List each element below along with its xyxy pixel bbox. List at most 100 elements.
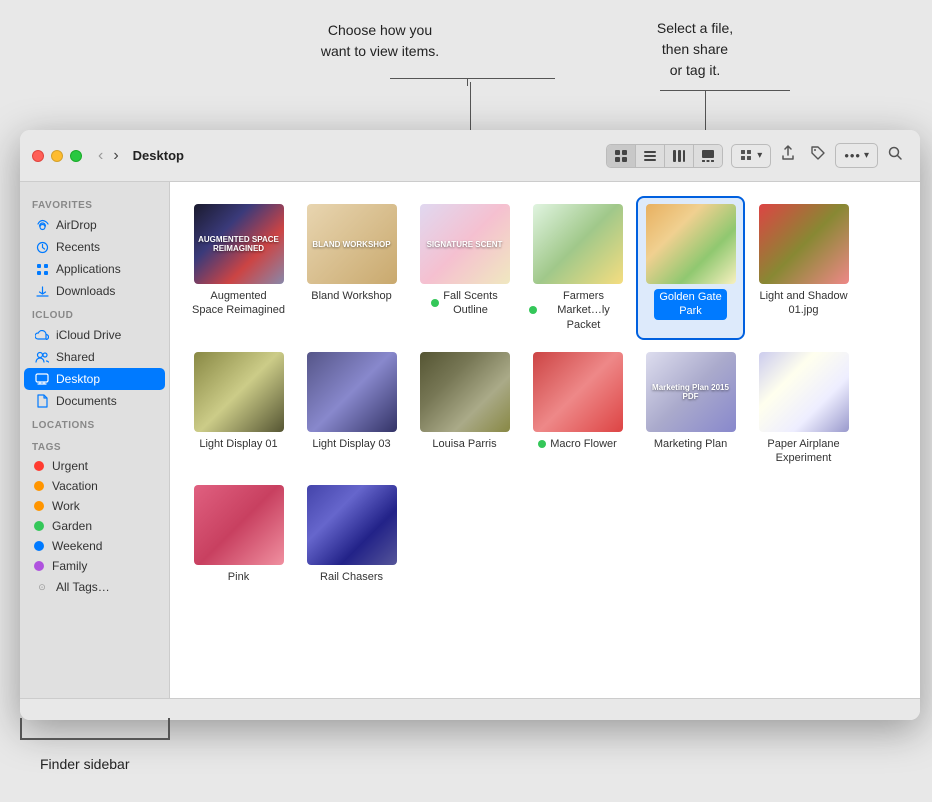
file-item-farmers[interactable]: Farmers Market…ly Packet [525,198,630,338]
tag-icon [810,145,826,161]
sidebar-bracket [20,718,170,740]
sidebar-item-all-tags[interactable]: ⊙ All Tags… [24,576,165,598]
sidebar-callout: Finder sidebar [40,756,130,772]
gallery-view-button[interactable] [694,145,722,167]
sidebar-item-work[interactable]: Work [24,496,165,516]
share-button[interactable] [775,142,801,169]
file-label-row-paper: Paper Airplane Experiment [767,437,839,466]
sidebar-item-vacation[interactable]: Vacation [24,476,165,496]
sidebar-tag-label: Work [52,499,80,513]
file-item-fall[interactable]: SIGNATURE SCENTFall Scents Outline [412,198,517,338]
file-thumbnail-light01 [194,352,284,432]
file-thumbnail-rail [307,485,397,565]
sidebar-item-label: Downloads [56,284,115,298]
tags-section-label: Tags [20,434,169,456]
file-item-bland[interactable]: BLAND WORKSHOPBland Workshop [299,198,404,338]
group-chevron: ▾ [757,150,762,161]
sidebar-item-label: Recents [56,240,100,254]
tag-button[interactable] [805,142,831,169]
file-grid: AUGMENTED SPACE REIMAGINED Augmented Spac… [170,182,920,698]
share-icon [780,145,796,161]
sidebar-tag-label: Weekend [52,539,102,553]
file-item-pink[interactable]: Pink [186,479,291,590]
close-button[interactable] [32,150,44,162]
icon-view-button[interactable] [607,145,636,167]
column-view-icon [672,149,686,163]
file-label-light03: Light Display 03 [312,437,390,451]
search-button[interactable] [882,142,908,169]
urgent-dot [34,461,44,471]
list-view-button[interactable] [636,145,665,167]
file-label-row-light03: Light Display 03 [312,437,390,451]
file-item-macro[interactable]: Macro Flower [525,346,630,472]
bottom-bar [20,698,920,720]
sidebar-tag-label: Family [52,559,87,573]
file-tag-farmers [529,306,537,314]
file-item-marketing[interactable]: Marketing Plan 2015 PDFMarketing Plan [638,346,743,472]
file-label-paper: Paper Airplane Experiment [767,437,839,466]
sidebar-item-weekend[interactable]: Weekend [24,536,165,556]
sidebar-item-documents[interactable]: Documents [24,390,165,412]
all-tags-icon: ⊙ [34,579,50,595]
recents-icon [34,239,50,255]
more-button[interactable]: ••• ▾ [835,143,878,168]
sidebar-item-downloads[interactable]: Downloads [24,280,165,302]
sidebar-item-label: AirDrop [56,218,97,232]
file-item-golden[interactable]: Golden Gate Park [638,198,743,338]
sidebar-item-airdrop[interactable]: AirDrop [24,214,165,236]
icon-view-icon [614,149,628,163]
work-dot [34,501,44,511]
downloads-icon [34,283,50,299]
file-item-augmented[interactable]: AUGMENTED SPACE REIMAGINED Augmented Spac… [186,198,291,338]
file-label-row-augmented: Augmented Space Reimagined [192,289,285,318]
sidebar-item-label: Documents [56,394,117,408]
file-label-row-louisa: Louisa Parris [432,437,496,451]
back-button[interactable]: ‹ [94,145,107,167]
sidebar-tag-label: Vacation [52,479,98,493]
file-thumbnail-farmers [533,204,623,284]
file-label-row-farmers: Farmers Market…ly Packet [529,289,626,332]
sidebar-item-garden[interactable]: Garden [24,516,165,536]
sidebar-item-label: iCloud Drive [56,328,121,342]
share-callout: Select a file, then share or tag it. [610,18,780,81]
file-item-paper[interactable]: Paper Airplane Experiment [751,346,856,472]
sidebar-item-icloud-drive[interactable]: iCloud Drive [24,324,165,346]
sidebar-item-label: Shared [56,350,95,364]
file-item-light03[interactable]: Light Display 03 [299,346,404,472]
content-area: Favorites AirDrop [20,182,920,698]
sidebar-item-applications[interactable]: Applications [24,258,165,280]
file-label-row-pink: Pink [228,570,249,584]
file-item-rail[interactable]: Rail Chasers [299,479,404,590]
column-view-button[interactable] [665,145,694,167]
file-label-row-rail: Rail Chasers [320,570,383,584]
view-callout-line-h [390,78,555,79]
shared-icon [34,349,50,365]
group-button[interactable]: ▾ [731,144,771,168]
more-chevron: ▾ [864,150,869,161]
sidebar-item-family[interactable]: Family [24,556,165,576]
file-item-light-shadow[interactable]: Light and Shadow 01.jpg [751,198,856,338]
maximize-button[interactable] [70,150,82,162]
file-thumbnail-macro [533,352,623,432]
file-thumbnail-light-shadow [759,204,849,284]
locations-section-label: Locations [20,412,169,434]
sidebar-item-desktop[interactable]: Desktop [24,368,165,390]
file-item-light01[interactable]: Light Display 01 [186,346,291,472]
file-label-louisa: Louisa Parris [432,437,496,451]
view-mode-group [606,144,723,168]
thumb-text-augmented: AUGMENTED SPACE REIMAGINED [194,204,284,284]
forward-button[interactable]: › [109,145,122,167]
view-callout-tick-top [467,78,468,86]
sidebar-item-recents[interactable]: Recents [24,236,165,258]
icloud-drive-icon [34,327,50,343]
sidebar: Favorites AirDrop [20,182,170,698]
file-label-light-shadow: Light and Shadow 01.jpg [759,289,847,318]
file-thumbnail-marketing: Marketing Plan 2015 PDF [646,352,736,432]
sidebar-item-urgent[interactable]: Urgent [24,456,165,476]
file-thumbnail-pink [194,485,284,565]
minimize-button[interactable] [51,150,63,162]
sidebar-item-shared[interactable]: Shared [24,346,165,368]
file-item-louisa[interactable]: Louisa Parris [412,346,517,472]
file-thumbnail-golden [646,204,736,284]
title-bar: ‹ › Desktop [20,130,920,182]
